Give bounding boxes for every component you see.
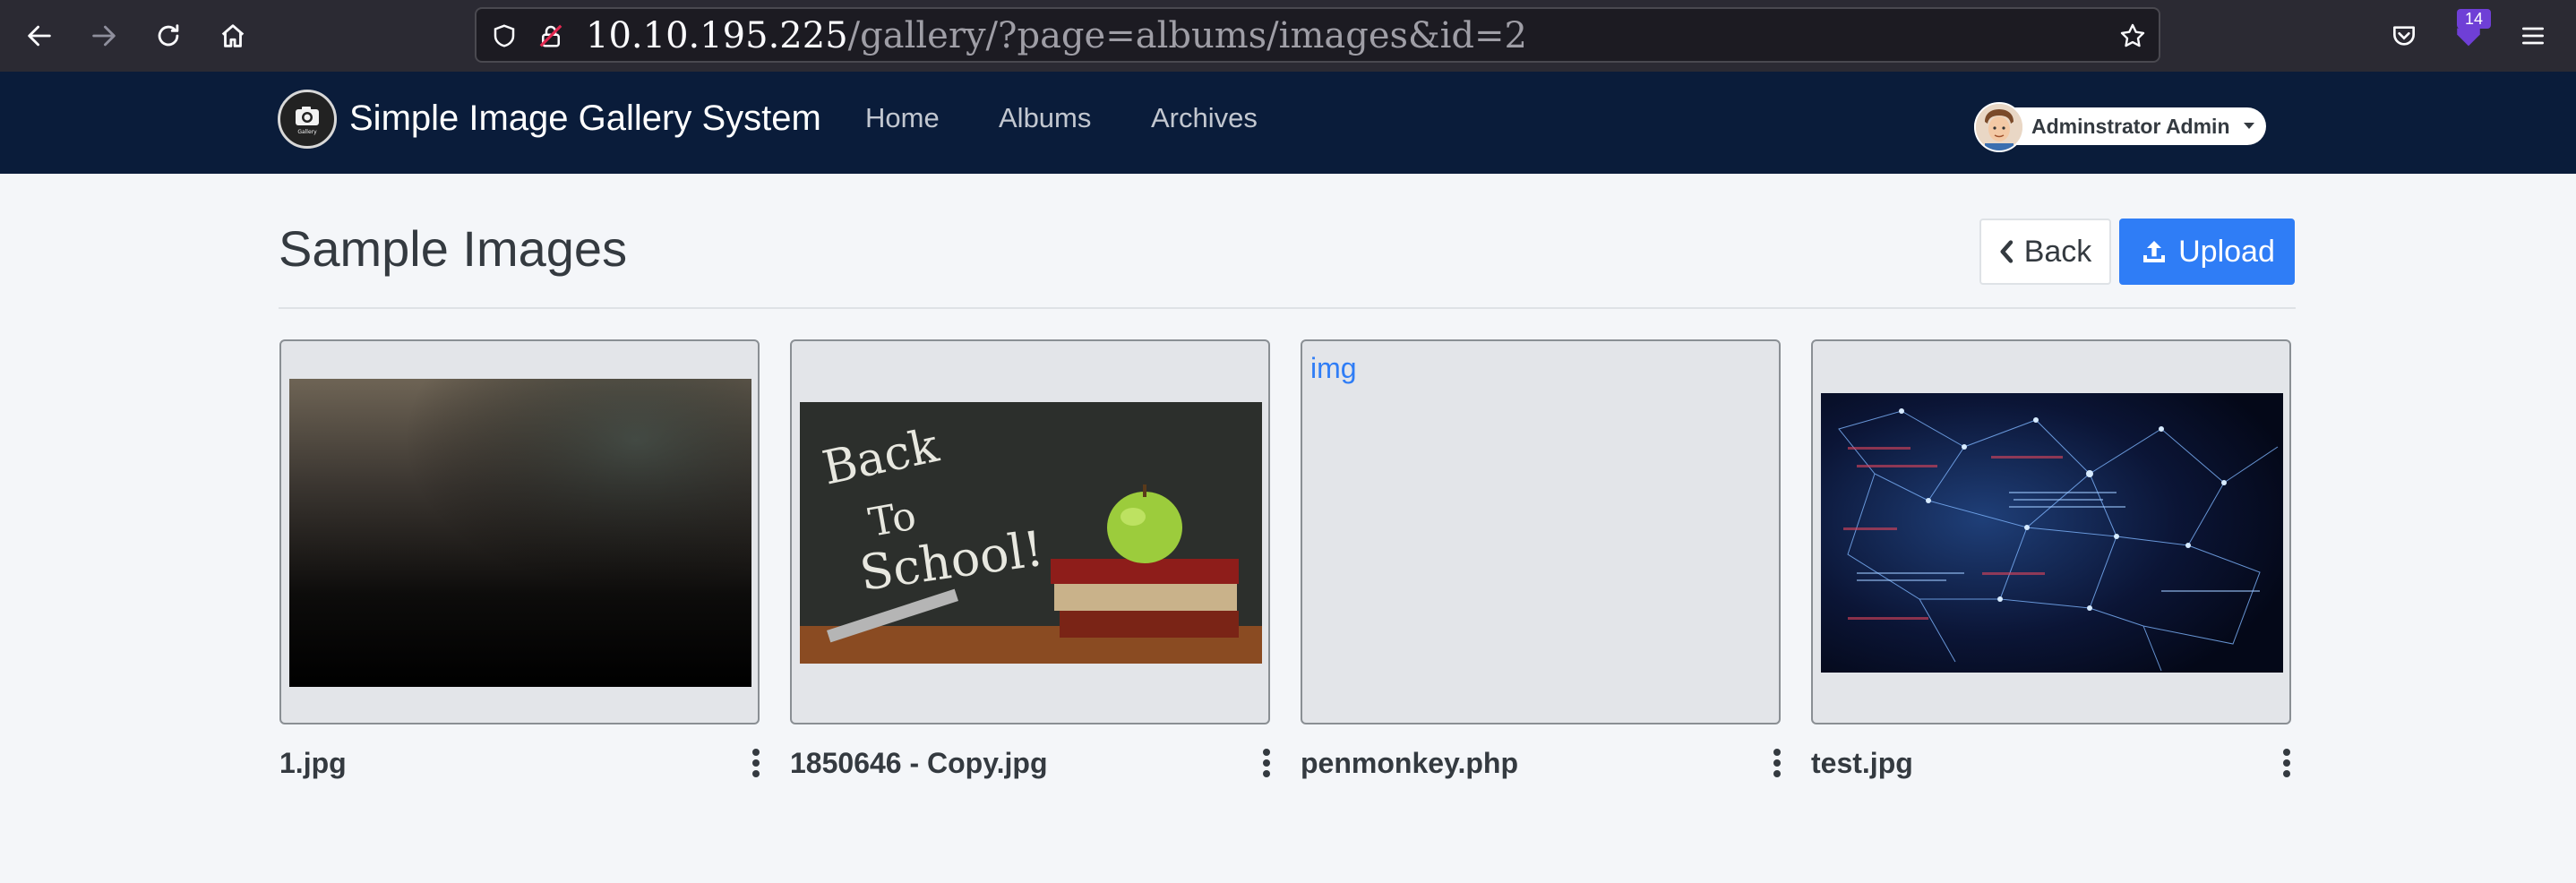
insecure-lock-icon[interactable] (536, 21, 566, 51)
back-arrow-icon[interactable] (21, 18, 57, 54)
logo-text: Gallery (297, 129, 317, 135)
image-card[interactable] (1811, 339, 2291, 724)
broken-image-alt: img (1310, 352, 1357, 384)
upload-button[interactable]: Upload (2119, 219, 2295, 285)
more-options-icon[interactable] (1766, 745, 1788, 781)
avatar (1974, 102, 2024, 152)
reload-icon[interactable] (150, 18, 186, 54)
image-card[interactable]: img (1301, 339, 1781, 724)
image-thumbnail-network (1821, 393, 2283, 673)
forward-arrow-icon[interactable] (86, 18, 122, 54)
image-name: 1.jpg (279, 747, 347, 779)
image-name: penmonkey.php (1301, 747, 1518, 779)
upload-icon (2143, 241, 2166, 262)
user-name: Adminstrator Admin (2031, 115, 2230, 138)
image-thumbnail-back-to-school: Back To School! (800, 402, 1262, 664)
image-name: test.jpg (1811, 747, 1913, 779)
image-name: 1850646 - Copy.jpg (790, 747, 1048, 779)
hamburger-menu-icon[interactable] (2515, 18, 2551, 54)
more-options-icon[interactable] (745, 745, 767, 781)
url-path: /gallery/?page=albums/images&id=2 (847, 15, 1527, 56)
nav-archives[interactable]: Archives (1151, 93, 1258, 143)
image-card[interactable] (279, 339, 760, 724)
caret-down-icon (2244, 123, 2254, 129)
page-title: Sample Images (279, 220, 628, 277)
home-icon[interactable] (215, 18, 251, 54)
more-options-icon[interactable] (2276, 745, 2297, 781)
user-menu[interactable]: Adminstrator Admin (1974, 102, 2266, 152)
pocket-icon[interactable] (2386, 18, 2422, 54)
shield-icon[interactable] (489, 21, 519, 51)
url-host: 10.10.195.225 (586, 15, 848, 56)
divider (279, 307, 2296, 309)
more-options-icon[interactable] (1256, 745, 1277, 781)
nav-albums[interactable]: Albums (999, 93, 1091, 143)
url-bar[interactable]: 10.10.195.225/gallery/?page=albums/image… (475, 7, 2160, 63)
back-button[interactable]: Back (1979, 219, 2111, 285)
nav-home[interactable]: Home (865, 93, 940, 143)
app-navbar: Gallery Simple Image Gallery System Home… (0, 72, 2576, 174)
brand-title[interactable]: Simple Image Gallery System (349, 93, 821, 143)
image-thumbnail-dark (289, 379, 751, 687)
image-card[interactable]: Back To School! (790, 339, 1270, 724)
url-text[interactable]: 10.10.195.225/gallery/?page=albums/image… (586, 14, 1527, 57)
browser-toolbar: 10.10.195.225/gallery/?page=albums/image… (0, 0, 2576, 72)
extension-badge: 14 (2457, 9, 2491, 29)
chevron-left-icon (2000, 240, 2013, 263)
upload-button-label: Upload (2178, 234, 2275, 269)
bookmark-star-icon[interactable] (2117, 21, 2148, 51)
gallery-logo[interactable]: Gallery (278, 90, 337, 149)
back-button-label: Back (2023, 234, 2092, 269)
